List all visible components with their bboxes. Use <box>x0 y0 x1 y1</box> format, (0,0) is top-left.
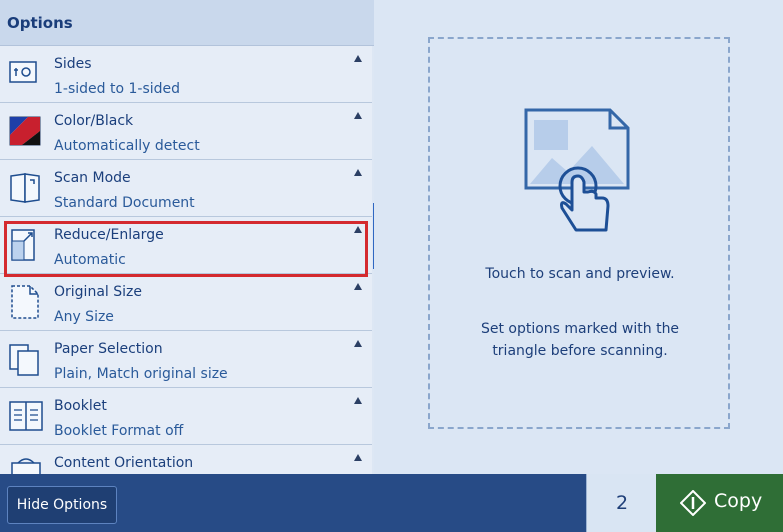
option-scan-mode[interactable]: Scan Mode Standard Document <box>0 160 372 217</box>
option-content-orientation[interactable]: Content Orientation <box>0 445 372 474</box>
option-value: Any Size <box>54 309 114 325</box>
paper-selection-icon <box>9 344 39 376</box>
options-header: Options <box>0 0 374 46</box>
option-value: Booklet Format off <box>54 423 184 439</box>
triangle-marker-icon <box>354 169 362 176</box>
scan-mode-icon <box>10 173 40 203</box>
content-orientation-icon <box>11 458 41 474</box>
option-paper-selection[interactable]: Paper Selection Plain, Match original si… <box>0 331 372 388</box>
copy-button[interactable]: Copy <box>656 474 783 532</box>
option-value: 1-sided to 1-sided <box>54 81 181 97</box>
option-value: Plain, Match original size <box>54 366 228 382</box>
triangle-marker-icon <box>354 397 362 404</box>
selection-highlight <box>4 221 368 277</box>
preview-note-line2: triangle before scanning. <box>492 343 668 359</box>
copy-diamond-icon <box>680 490 706 516</box>
preview-instruction: Touch to scan and preview. <box>485 266 675 282</box>
triangle-marker-icon <box>354 454 362 461</box>
option-value: Automatically detect <box>54 138 200 154</box>
option-title: Scan Mode <box>54 170 131 186</box>
preview-note: Set options marked with the triangle bef… <box>430 318 730 362</box>
preview-note-line1: Set options marked with the <box>480 321 680 337</box>
hide-options-button[interactable]: Hide Options <box>7 486 117 524</box>
option-color-black[interactable]: Color/Black Automatically detect <box>0 103 372 160</box>
triangle-marker-icon <box>354 112 362 119</box>
copies-count[interactable]: 2 <box>586 474 657 532</box>
triangle-marker-icon <box>354 55 362 62</box>
option-title: Color/Black <box>54 113 134 129</box>
option-title: Booklet <box>54 398 107 414</box>
touch-scan-icon <box>524 108 630 232</box>
original-size-icon <box>11 285 39 319</box>
option-booklet[interactable]: Booklet Booklet Format off <box>0 388 372 445</box>
option-original-size[interactable]: Original Size Any Size <box>0 274 372 331</box>
sides-icon <box>9 61 37 83</box>
copy-label: Copy <box>714 490 763 512</box>
option-value: Standard Document <box>54 195 195 211</box>
option-title: Sides <box>54 56 92 72</box>
options-title: Options <box>7 14 73 32</box>
triangle-marker-icon <box>354 340 362 347</box>
option-title: Paper Selection <box>54 341 163 357</box>
color-black-icon <box>9 116 41 146</box>
option-title: Original Size <box>54 284 142 300</box>
booklet-icon <box>9 401 43 431</box>
triangle-marker-icon <box>354 283 362 290</box>
option-sides[interactable]: Sides 1-sided to 1-sided <box>0 46 372 103</box>
option-title: Content Orientation <box>54 455 194 471</box>
